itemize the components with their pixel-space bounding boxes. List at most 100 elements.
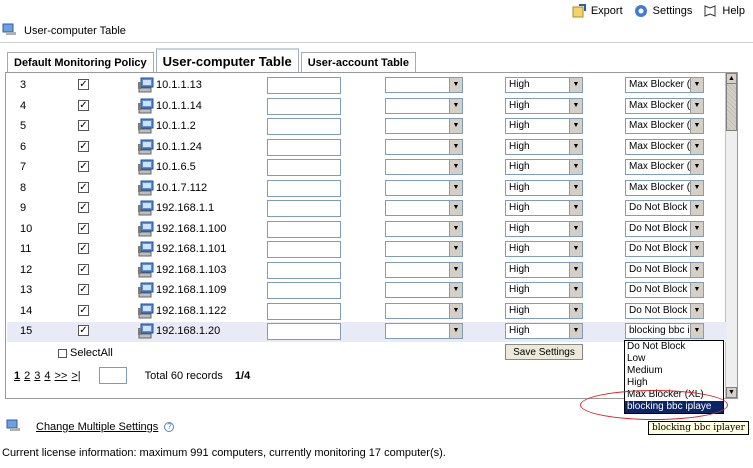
monitor-checkbox[interactable]: ✓ (78, 141, 89, 152)
page-link-2[interactable]: 2 (24, 370, 30, 382)
blocking-policy-select[interactable]: Do Not Block ▼ (625, 221, 704, 237)
monitor-checkbox[interactable]: ✓ (78, 79, 89, 90)
blocking-policy-select[interactable]: Do Not Block ▼ (625, 241, 704, 257)
table-row[interactable]: 15 ✓ 192.168.1.20 ▼ High ▼ blocking bbc i ▼ (7, 322, 727, 342)
table-row[interactable]: 14 ✓ 192.168.1.122 ▼ High ▼ Do Not Block ▼ (7, 302, 727, 322)
group-select[interactable]: ▼ (385, 323, 463, 339)
user-name-input[interactable] (267, 118, 341, 135)
monitoring-level-select[interactable]: High ▼ (505, 77, 583, 93)
table-row[interactable]: 3 ✓ 10.1.1.13 ▼ High ▼ Max Blocker (X ▼ (7, 76, 727, 96)
select-all-checkbox[interactable] (58, 348, 67, 358)
table-row[interactable]: 6 ✓ 10.1.1.24 ▼ High ▼ Max Blocker (X ▼ (7, 138, 727, 158)
monitor-checkbox[interactable]: ✓ (78, 284, 89, 295)
monitoring-level-select[interactable]: High ▼ (505, 98, 583, 114)
monitoring-level-select[interactable]: High ▼ (505, 323, 583, 339)
group-select[interactable]: ▼ (385, 180, 463, 196)
monitor-checkbox[interactable]: ✓ (78, 305, 89, 316)
group-select[interactable]: ▼ (385, 77, 463, 93)
monitor-checkbox[interactable]: ✓ (78, 100, 89, 111)
page-link-4[interactable]: 4 (44, 370, 50, 382)
group-select[interactable]: ▼ (385, 200, 463, 216)
group-select[interactable]: ▼ (385, 262, 463, 278)
page-number-input[interactable] (98, 367, 127, 384)
last-page-link[interactable]: >| (71, 370, 80, 382)
user-name-input[interactable] (267, 180, 341, 197)
save-settings-button[interactable]: Save Settings (505, 344, 583, 360)
user-name-input[interactable] (267, 241, 341, 258)
page-link-1[interactable]: 1 (14, 370, 20, 382)
tab-user-computer-table[interactable]: User-computer Table (155, 48, 299, 72)
next-page-link[interactable]: >> (55, 370, 68, 382)
dropdown-option[interactable]: Medium (625, 365, 723, 377)
select-all[interactable]: SelectAll (58, 347, 113, 359)
table-row[interactable]: 12 ✓ 192.168.1.103 ▼ High ▼ Do Not Block ▼ (7, 261, 727, 281)
monitoring-level-select[interactable]: High ▼ (505, 303, 583, 319)
blocking-policy-select[interactable]: Max Blocker (X ▼ (625, 77, 704, 93)
blocking-policy-select[interactable]: Max Blocker (X ▼ (625, 139, 704, 155)
change-multiple-settings-link[interactable]: Change Multiple Settings (36, 421, 158, 433)
monitoring-level-select[interactable]: High ▼ (505, 200, 583, 216)
user-name-input[interactable] (267, 262, 341, 279)
monitoring-level-select[interactable]: High ▼ (505, 139, 583, 155)
dropdown-option[interactable]: High (625, 377, 723, 389)
user-name-input[interactable] (267, 98, 341, 115)
table-row[interactable]: 10 ✓ 192.168.1.100 ▼ High ▼ Do Not Block ▼ (7, 220, 727, 240)
blocking-policy-select[interactable]: Do Not Block ▼ (625, 303, 704, 319)
monitor-checkbox[interactable]: ✓ (78, 182, 89, 193)
blocking-policy-select[interactable]: Max Blocker (X ▼ (625, 159, 704, 175)
page-link-3[interactable]: 3 (34, 370, 40, 382)
tab-user-account-table[interactable]: User-account Table (300, 52, 416, 72)
table-row[interactable]: 5 ✓ 10.1.1.2 ▼ High ▼ Max Blocker (X ▼ (7, 117, 727, 137)
monitor-checkbox[interactable]: ✓ (78, 161, 89, 172)
table-row[interactable]: 8 ✓ 10.1.7.112 ▼ High ▼ Max Blocker (X ▼ (7, 179, 727, 199)
table-row[interactable]: 13 ✓ 192.168.1.109 ▼ High ▼ Do Not Block ▼ (7, 281, 727, 301)
table-row[interactable]: 4 ✓ 10.1.1.14 ▼ High ▼ Max Blocker (X ▼ (7, 97, 727, 117)
monitor-checkbox[interactable]: ✓ (78, 202, 89, 213)
group-select[interactable]: ▼ (385, 241, 463, 257)
group-select[interactable]: ▼ (385, 98, 463, 114)
group-select[interactable]: ▼ (385, 139, 463, 155)
dropdown-option[interactable]: Do Not Block (625, 341, 723, 353)
user-name-input[interactable] (267, 200, 341, 217)
scroll-down-arrow[interactable]: ▼ (726, 387, 737, 398)
blocking-policy-select[interactable]: Max Blocker (X ▼ (625, 98, 704, 114)
group-select[interactable]: ▼ (385, 221, 463, 237)
scroll-up-arrow[interactable]: ▲ (726, 73, 737, 84)
group-select[interactable]: ▼ (385, 159, 463, 175)
table-row[interactable]: 11 ✓ 192.168.1.101 ▼ High ▼ Do Not Block ▼ (7, 240, 727, 260)
settings-button[interactable]: Settings (633, 3, 692, 19)
monitoring-level-select[interactable]: High ▼ (505, 180, 583, 196)
monitoring-level-select[interactable]: High ▼ (505, 241, 583, 257)
monitor-checkbox[interactable]: ✓ (78, 325, 89, 336)
user-name-input[interactable] (267, 221, 341, 238)
blocking-policy-select[interactable]: blocking bbc i ▼ (625, 323, 704, 339)
monitor-checkbox[interactable]: ✓ (78, 243, 89, 254)
user-name-input[interactable] (267, 323, 341, 340)
tab-default-monitoring-policy[interactable]: Default Monitoring Policy (7, 52, 154, 72)
user-name-input[interactable] (267, 77, 341, 94)
user-name-input[interactable] (267, 282, 341, 299)
monitor-checkbox[interactable]: ✓ (78, 120, 89, 131)
table-row[interactable]: 9 ✓ 192.168.1.1 ▼ High ▼ Do Not Block ▼ (7, 199, 727, 219)
monitoring-level-select[interactable]: High ▼ (505, 118, 583, 134)
monitor-checkbox[interactable]: ✓ (78, 264, 89, 275)
blocking-policy-select[interactable]: Do Not Block ▼ (625, 200, 704, 216)
monitoring-level-select[interactable]: High ▼ (505, 159, 583, 175)
user-name-input[interactable] (267, 303, 341, 320)
help-circle-icon[interactable]: ? (164, 421, 175, 432)
monitor-checkbox[interactable]: ✓ (78, 223, 89, 234)
table-row[interactable]: 7 ✓ 10.1.6.5 ▼ High ▼ Max Blocker (X ▼ (7, 158, 727, 178)
group-select[interactable]: ▼ (385, 303, 463, 319)
user-name-input[interactable] (267, 139, 341, 156)
blocking-policy-select[interactable]: Do Not Block ▼ (625, 282, 704, 298)
group-select[interactable]: ▼ (385, 118, 463, 134)
monitoring-level-select[interactable]: High ▼ (505, 221, 583, 237)
group-select[interactable]: ▼ (385, 282, 463, 298)
dropdown-option[interactable]: Low (625, 353, 723, 365)
monitoring-level-select[interactable]: High ▼ (505, 262, 583, 278)
blocking-policy-select[interactable]: Max Blocker (X ▼ (625, 180, 704, 196)
monitoring-level-select[interactable]: High ▼ (505, 282, 583, 298)
blocking-policy-select[interactable]: Max Blocker (X ▼ (625, 118, 704, 134)
help-button[interactable]: Help (702, 3, 745, 19)
blocking-policy-select[interactable]: Do Not Block ▼ (625, 262, 704, 278)
